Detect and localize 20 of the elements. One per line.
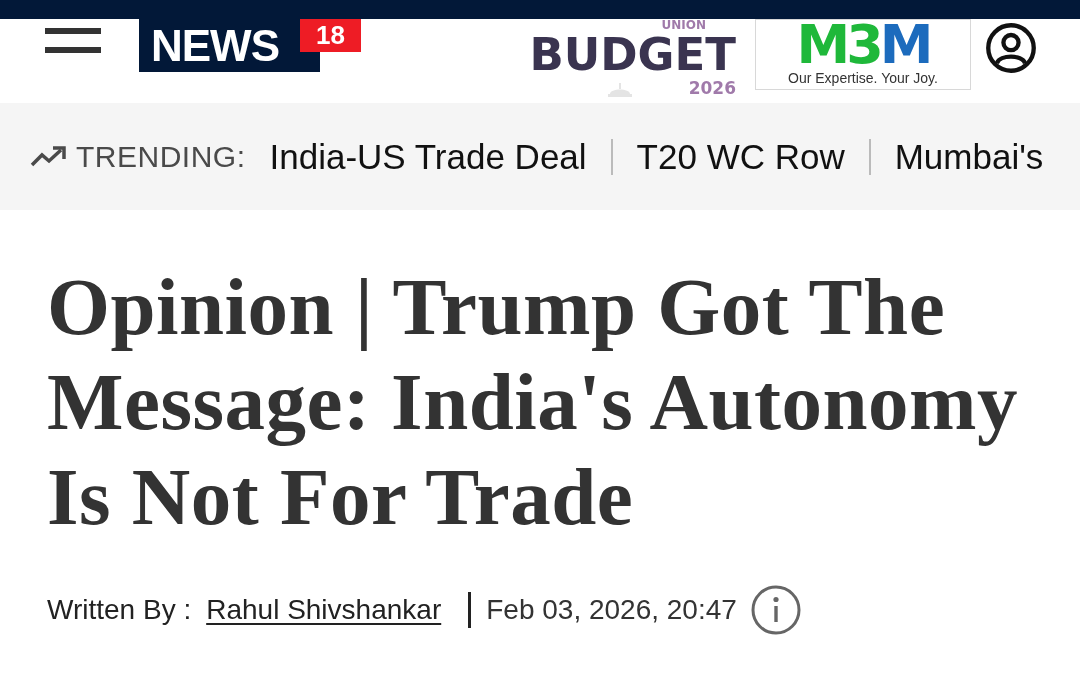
budget-logo-subtitle: UNION <box>661 19 706 32</box>
ad-brand-logo: M3M <box>796 20 930 70</box>
info-icon[interactable] <box>750 585 801 635</box>
logo-badge: 18 <box>300 19 361 52</box>
dome-icon <box>606 83 633 97</box>
trending-link[interactable]: T20 WC Row <box>636 136 845 177</box>
budget-logo-year: 2026 <box>688 78 736 98</box>
user-account-icon[interactable] <box>985 22 1037 74</box>
budget-logo-title: BUDGET <box>529 32 736 78</box>
publish-date: Feb 03, 2026, 20:47 <box>486 594 737 626</box>
article-headline: Opinion | Trump Got The Message: India's Autonomy Is Not For Trade <box>47 261 1020 544</box>
ad-banner[interactable]: M3M Our Expertise. Your Joy. <box>755 19 971 90</box>
byline-label: Written By : <box>47 594 192 626</box>
menu-button[interactable] <box>45 28 101 53</box>
trending-up-icon <box>30 145 66 168</box>
ad-tagline: Our Expertise. Your Joy. <box>788 70 938 87</box>
trending-link[interactable]: Mumbai's <box>894 136 1044 177</box>
trending-label: TRENDING: <box>76 139 246 174</box>
author-link[interactable]: Rahul Shivshankar <box>206 594 442 626</box>
trending-link[interactable]: India-US Trade Deal <box>269 136 587 177</box>
